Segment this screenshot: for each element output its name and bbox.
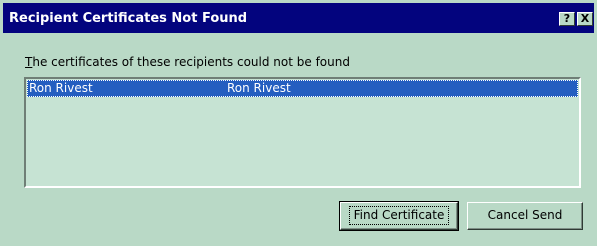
recipient-name: Ron Rivest [29,81,93,95]
cancel-send-button[interactable]: Cancel Send [467,202,583,230]
close-button[interactable]: X [577,12,593,26]
message-text: he certificates of these recipients coul… [32,55,350,69]
close-icon: X [580,12,590,25]
message-label: The certificates of these recipients cou… [25,55,350,69]
help-button[interactable]: ? [559,12,575,26]
recipient-email: Ron Rivest [227,81,291,95]
find-certificate-button[interactable]: Find Certificate [339,201,459,231]
list-item[interactable]: Ron Rivest Ron Rivest [27,80,578,97]
title-bar[interactable]: Recipient Certificates Not Found ? X [3,3,594,33]
cancel-send-label: Cancel Send [487,208,563,222]
recipients-list[interactable]: Ron Rivest Ron Rivest [24,77,581,188]
find-certificate-label: Find Certificate [348,206,450,225]
help-icon: ? [563,12,571,25]
window-title: Recipient Certificates Not Found [9,11,248,26]
recipient-certificates-dialog: Recipient Certificates Not Found ? X The… [0,0,597,246]
